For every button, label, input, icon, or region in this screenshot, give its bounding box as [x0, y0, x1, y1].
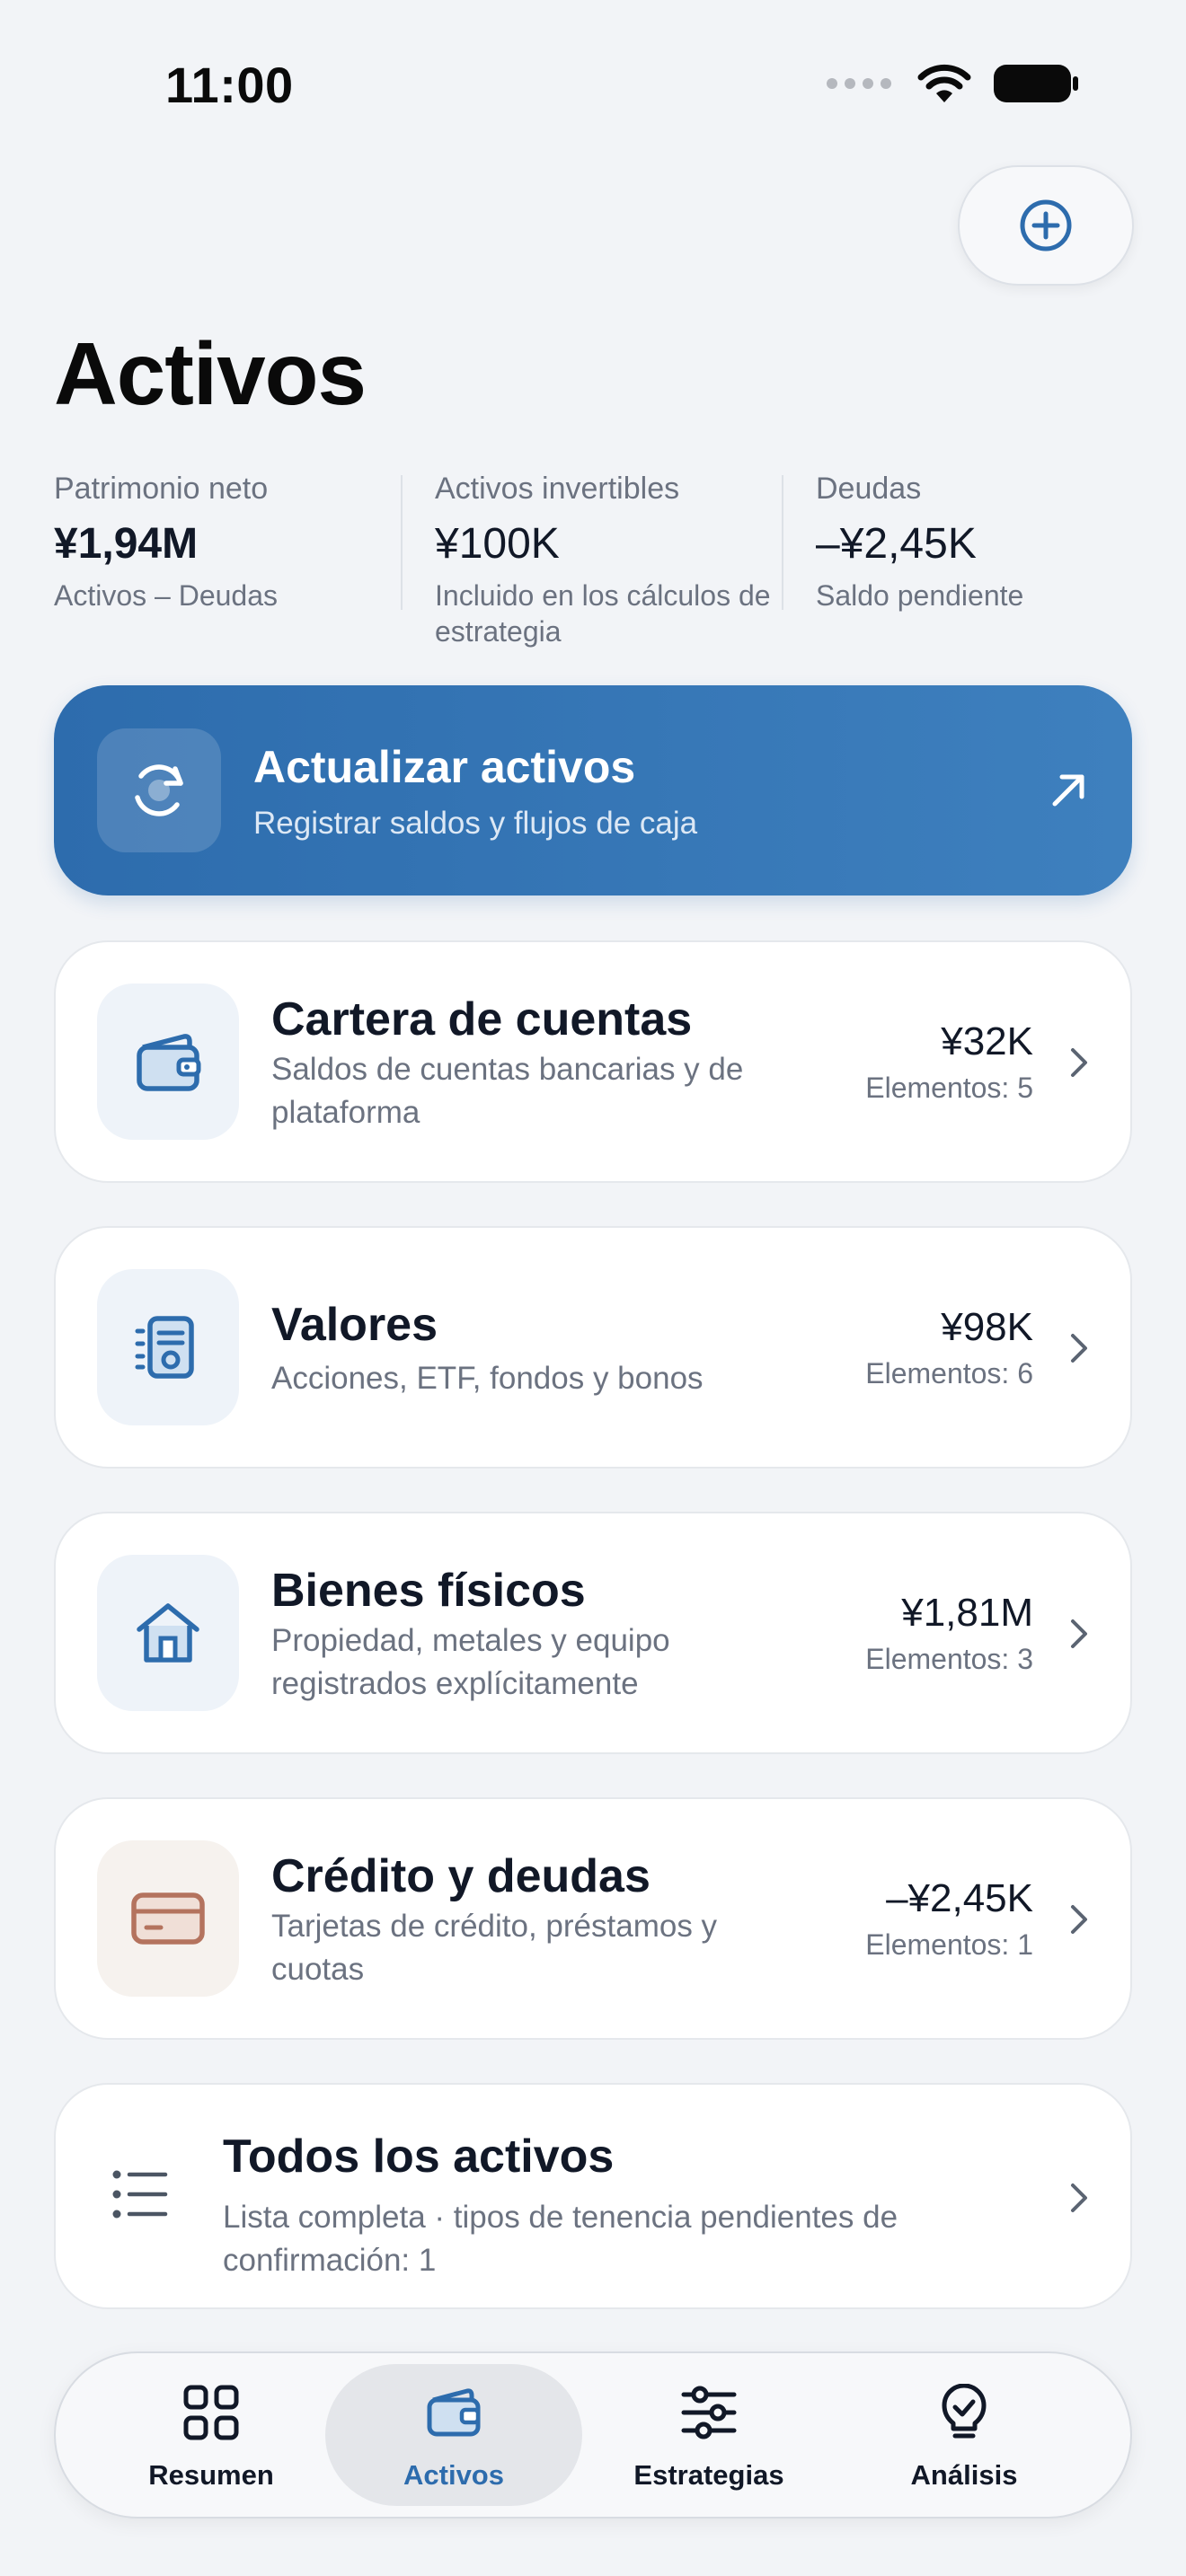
- summary-value: ¥100K: [435, 520, 560, 568]
- summary-value: ¥1,94M: [54, 520, 199, 568]
- cellular-signal-icon: [827, 78, 891, 89]
- card-count: Elementos: 3: [865, 1643, 1033, 1675]
- card-description: Acciones, ETF, fondos y bonos: [271, 1361, 704, 1396]
- card-title: Valores: [271, 1299, 438, 1351]
- tab-analisis[interactable]: Análisis: [836, 2364, 1093, 2506]
- card-physical-assets[interactable]: Bienes físicos Propiedad, metales y equi…: [54, 1512, 1132, 1754]
- card-count: Elementos: 5: [865, 1072, 1033, 1104]
- plus-circle-icon: [1020, 199, 1072, 251]
- banner-title: Actualizar activos: [253, 742, 636, 792]
- tab-label: Resumen: [148, 2459, 274, 2491]
- add-asset-button[interactable]: [958, 165, 1134, 286]
- tab-activos[interactable]: Activos: [325, 2364, 582, 2506]
- card-amount: –¥2,45K: [886, 1876, 1033, 1920]
- summary-stats: Patrimonio neto ¥1,94M Activos – Deudas …: [54, 472, 1132, 651]
- banner-subtitle: Registrar saldos y flujos de caja: [253, 806, 698, 841]
- lightbulb-icon: [942, 2384, 987, 2439]
- tab-resumen[interactable]: Resumen: [83, 2364, 340, 2506]
- card-count: Elementos: 6: [865, 1357, 1033, 1389]
- card-title: Cartera de cuentas: [271, 993, 693, 1045]
- page-title: Activos: [54, 324, 367, 423]
- status-time: 11:00: [165, 57, 294, 113]
- divider: [782, 475, 783, 610]
- chevron-right-icon: [1071, 2183, 1087, 2212]
- card-icon-box: [97, 1269, 239, 1425]
- card-icon-box: [97, 1840, 239, 1997]
- summary-sub: Incluido en los cálculos de estrategia: [435, 579, 771, 648]
- card-description: Lista completa · tipos de tenencia pendi…: [223, 2200, 898, 2278]
- summary-investable: Activos invertibles ¥100K Incluido en lo…: [435, 472, 785, 649]
- card-accounts[interactable]: Cartera de cuentas Saldos de cuentas ban…: [54, 940, 1132, 1183]
- tab-label: Análisis: [910, 2459, 1018, 2491]
- summary-sub: Activos – Deudas: [54, 579, 279, 612]
- card-amount: ¥98K: [941, 1305, 1033, 1349]
- wallet-icon: [137, 1034, 201, 1091]
- summary-net-worth: Patrimonio neto ¥1,94M Activos – Deudas: [54, 472, 395, 613]
- card-securities[interactable]: Valores Acciones, ETF, fondos y bonos ¥9…: [54, 1226, 1132, 1469]
- summary-label: Deudas: [816, 472, 922, 506]
- summary-label: Activos invertibles: [435, 472, 680, 506]
- banner-icon-box: [97, 728, 221, 852]
- tab-estrategias[interactable]: Estrategias: [580, 2364, 837, 2506]
- chevron-right-icon: [1071, 1334, 1087, 1363]
- card-title: Todos los activos: [223, 2130, 615, 2183]
- card-title: Bienes físicos: [271, 1565, 586, 1617]
- card-count: Elementos: 1: [865, 1928, 1033, 1961]
- card-amount: ¥32K: [941, 1019, 1033, 1063]
- summary-value: –¥2,45K: [816, 520, 977, 568]
- divider: [401, 475, 403, 610]
- tab-bar: Resumen Activos Estrategias Análisis: [54, 2351, 1132, 2519]
- chevron-right-icon: [1071, 1048, 1087, 1077]
- wallet-icon: [427, 2388, 481, 2437]
- list-icon: [112, 2170, 168, 2219]
- grid-icon: [183, 2385, 239, 2440]
- card-description: Tarjetas de crédito, préstamos y cuotas: [271, 1909, 718, 1987]
- chevron-right-icon: [1071, 1905, 1087, 1934]
- status-icons: [827, 63, 1080, 104]
- wifi-icon: [917, 64, 971, 102]
- update-assets-button[interactable]: Actualizar activos Registrar saldos y fl…: [54, 685, 1132, 895]
- arrow-up-right-icon: [1052, 774, 1084, 807]
- tab-label: Estrategias: [633, 2459, 784, 2491]
- summary-label: Patrimonio neto: [54, 472, 269, 506]
- card-title: Crédito y deudas: [271, 1850, 651, 1902]
- status-bar: 11:00: [0, 0, 1186, 171]
- card-amount: ¥1,81M: [901, 1591, 1033, 1635]
- card-all-assets[interactable]: Todos los activos Lista completa · tipos…: [54, 2083, 1132, 2309]
- battery-icon: [994, 65, 1078, 102]
- card-description: Saldos de cuentas bancarias y de platafo…: [271, 1052, 744, 1130]
- document-icon: [135, 1316, 194, 1379]
- credit-card-icon: [131, 1892, 205, 1945]
- summary-debts: Deudas –¥2,45K Saldo pendiente: [816, 472, 1132, 613]
- tab-label: Activos: [403, 2459, 504, 2491]
- summary-sub: Saldo pendiente: [816, 579, 1024, 612]
- card-icon-box: [97, 1555, 239, 1711]
- sliders-icon: [681, 2386, 737, 2439]
- card-icon-box: [97, 984, 239, 1140]
- card-credit-debts[interactable]: Crédito y deudas Tarjetas de crédito, pr…: [54, 1797, 1132, 2040]
- refresh-icon: [135, 764, 183, 816]
- chevron-right-icon: [1071, 1619, 1087, 1648]
- card-description: Propiedad, metales y equipo registrados …: [271, 1623, 670, 1701]
- house-icon: [137, 1603, 199, 1663]
